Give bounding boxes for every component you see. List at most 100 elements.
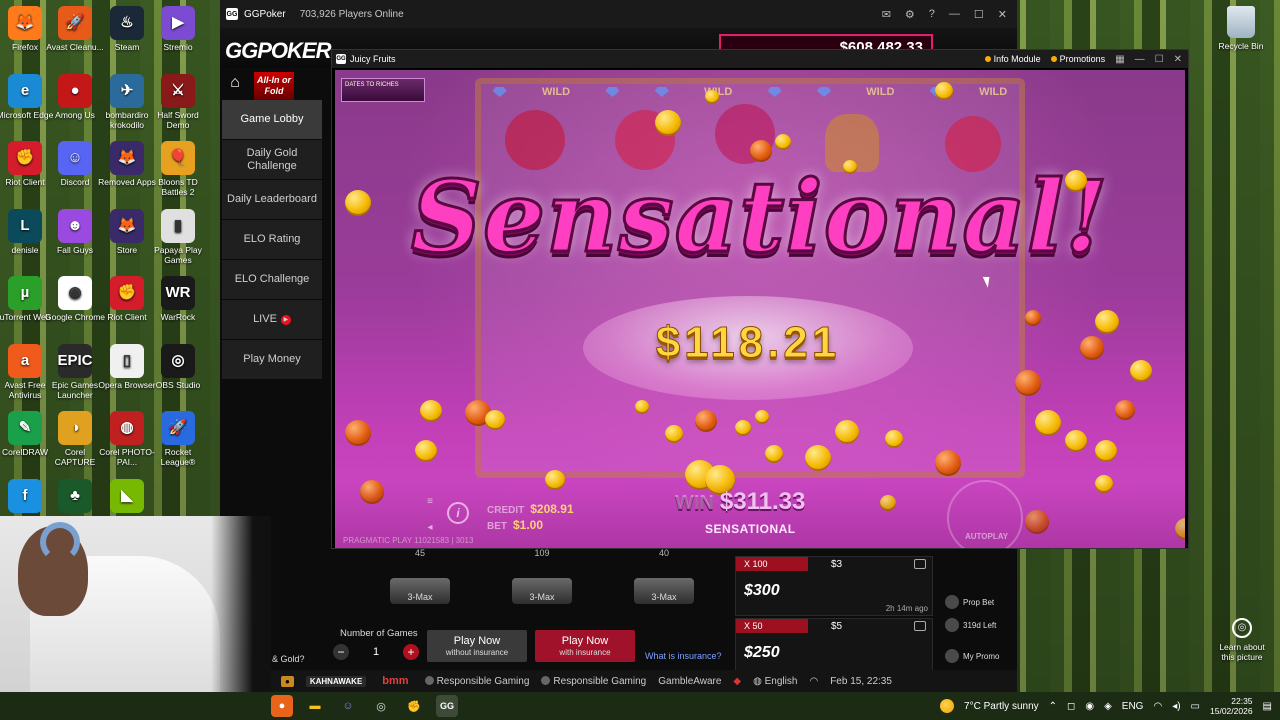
app-icon: ▮ <box>161 208 195 243</box>
file-explorer-icon[interactable]: ▬ <box>304 695 326 717</box>
minimize-button[interactable]: — <box>1135 54 1145 65</box>
desktop-icon[interactable]: ☻ Fall Guys <box>45 208 105 255</box>
ggpoker-taskbar-icon[interactable]: GG <box>436 695 458 717</box>
gem-icon <box>605 87 620 97</box>
sidebar-item-live[interactable]: LIVE ▶ <box>222 300 322 340</box>
credit-display: CREDIT $208.91 <box>487 502 574 516</box>
promo-badge[interactable]: DATES TO RICHES <box>341 78 425 102</box>
app-icon: ✊ <box>8 141 42 175</box>
discord-taskbar-icon[interactable]: ☺ <box>337 695 359 717</box>
taskbar-clock[interactable]: 22:35 15/02/2026 <box>1210 696 1253 716</box>
coin-icon <box>935 450 961 476</box>
app-icon: WR <box>161 276 195 310</box>
ggpoker-titlebar[interactable]: GG GGPoker 703,926 Players Online ✉ ⚙ ? … <box>220 0 1017 28</box>
layout-icon[interactable]: ▦ <box>1115 54 1124 65</box>
tray-app-icon[interactable]: ◻ <box>1067 701 1075 712</box>
tray-app-icon[interactable]: ◈ <box>1104 701 1112 712</box>
desktop-icon[interactable]: ☺ Discord <box>45 141 105 187</box>
firefox-icon[interactable]: ● <box>271 695 293 717</box>
app-icon: a <box>8 343 42 378</box>
tray-app-icon[interactable]: ◉ <box>1085 701 1094 712</box>
coin-icon <box>1035 410 1061 436</box>
mail-icon[interactable]: ✉ <box>882 8 891 21</box>
tray-overflow-icon[interactable]: ⌃ <box>1049 701 1057 712</box>
desktop-icon[interactable]: ▮ Papaya Play Games <box>148 208 208 265</box>
desktop-icon-label: Discord <box>60 177 90 187</box>
maximize-button[interactable]: ☐ <box>974 8 984 21</box>
recycle-bin[interactable]: Recycle Bin <box>1213 6 1269 51</box>
coin-icon <box>345 190 371 216</box>
coin-icon <box>345 420 371 446</box>
desktop-icon[interactable]: ◎ OBS Studio <box>148 343 208 390</box>
app-icon: µ <box>8 276 42 310</box>
promotions-icon <box>1050 56 1057 62</box>
sidebar-item-daily-leaderboard[interactable]: Daily Leaderboard <box>222 180 322 220</box>
sidebar-item-game-lobby[interactable]: Game Lobby <box>222 100 322 140</box>
desktop-icon-label: Avast Free Antivirus <box>4 379 46 400</box>
win-total-value: $311.33 <box>719 488 806 515</box>
home-icon[interactable]: ⌂ <box>224 74 246 96</box>
desktop-icon[interactable]: ▶ Stremio <box>148 6 208 52</box>
sidebar-item-label: Daily Gold Challenge <box>246 146 298 172</box>
desktop-icon-label: Steam <box>114 42 140 52</box>
close-button[interactable]: ✕ <box>1174 54 1182 65</box>
wifi-icon[interactable]: ◠ <box>1153 701 1162 712</box>
info-module-button[interactable]: Info Module <box>984 54 1041 64</box>
sidebar-item-play-money[interactable]: Play Money <box>222 340 322 380</box>
obs-icon[interactable]: ◎ <box>370 695 392 717</box>
sidebar-item-elo-rating[interactable]: ELO Rating <box>222 220 322 260</box>
maximize-button[interactable]: ☐ <box>1155 54 1164 65</box>
desktop-icon[interactable]: 🚀 Rocket League® <box>148 411 208 467</box>
promotions-button[interactable]: Promotions <box>1050 54 1105 64</box>
wild-symbol: WILD <box>979 86 1008 98</box>
sidebar-item-daily-gold-challenge[interactable]: Daily Gold Challenge <box>222 140 322 180</box>
shield-icon: ◆ <box>733 675 742 687</box>
gem-icon <box>816 87 831 97</box>
provider-footer: PRAGMATIC PLAY 11021583 | 3013 <box>343 536 474 545</box>
globe-icon: ◍ <box>753 675 765 687</box>
desktop-icon[interactable]: ● Among Us <box>45 73 105 120</box>
coin-icon <box>885 430 903 448</box>
desktop-icon-label: uTorrent Web <box>0 312 51 322</box>
minimize-button[interactable]: — <box>949 8 960 21</box>
bet-value: $1.00 <box>513 518 544 532</box>
desktop-icon[interactable]: EPIC Epic Games Launcher <box>45 343 105 400</box>
coin-icon <box>750 140 772 162</box>
gear-icon[interactable]: ⚙ <box>905 8 915 21</box>
gambleaware-link[interactable]: GambleAware <box>658 676 721 687</box>
wild-symbol: WILD <box>542 86 571 98</box>
responsible-gaming-link[interactable]: Responsible Gaming <box>424 676 529 687</box>
coin-icon <box>655 110 681 136</box>
language-indicator[interactable]: ENG <box>1122 701 1144 712</box>
weather-text[interactable]: 7°C Partly sunny <box>964 701 1039 712</box>
desktop-icon[interactable]: WR WarRock <box>148 276 208 322</box>
help-icon[interactable]: ? <box>929 8 935 21</box>
app-icon: 🦊 <box>110 141 144 175</box>
riot-icon[interactable]: ✊ <box>403 695 425 717</box>
learn-about-picture[interactable]: ◎ Learn about this picture <box>1212 618 1272 662</box>
close-button[interactable]: ✕ <box>998 8 1007 21</box>
desktop-icon[interactable]: 🎈 Bloons TD Battles 2 <box>148 141 208 197</box>
slot-game-canvas[interactable]: DATES TO RICHES WILD WILD WILD WILD Sens… <box>335 70 1185 548</box>
coin-icon <box>635 400 649 414</box>
allin-or-fold-button[interactable]: All-In or Fold <box>254 72 294 100</box>
autoplay-button[interactable]: AUTOPLAY <box>965 532 1008 541</box>
sidebar-item-elo-challenge[interactable]: ELO Challenge <box>222 260 322 300</box>
desktop-icon-label: Riot Client <box>107 312 147 322</box>
language-selector[interactable]: ◍ English <box>753 676 797 687</box>
battery-icon[interactable]: ▭ <box>1191 701 1200 712</box>
desktop-icon[interactable]: ◑ Corel CAPTURE <box>45 411 105 467</box>
volume-icon[interactable]: ◂) <box>1172 701 1180 712</box>
menu-icon[interactable]: ≡ <box>423 496 437 508</box>
desktop-icon[interactable]: ◉ Google Chrome <box>45 276 105 322</box>
app-icon: L <box>8 208 42 243</box>
desktop-icon[interactable]: ⚔ Half Sword Demo <box>148 73 208 130</box>
sidebar-item-label: LIVE <box>253 313 277 325</box>
juicy-fruits-titlebar[interactable]: GG Juicy Fruits Info Module Promotions ▦… <box>332 50 1188 68</box>
info-button[interactable]: i <box>447 502 469 524</box>
desktop-icon[interactable]: 🚀 Avast Cleanu... <box>45 6 105 52</box>
webcam-background <box>211 516 271 720</box>
responsible-gaming-link[interactable]: Responsible Gaming <box>541 676 646 687</box>
notifications-icon[interactable]: ▤ <box>1263 701 1272 712</box>
sound-icon[interactable]: ◂ <box>423 522 437 534</box>
